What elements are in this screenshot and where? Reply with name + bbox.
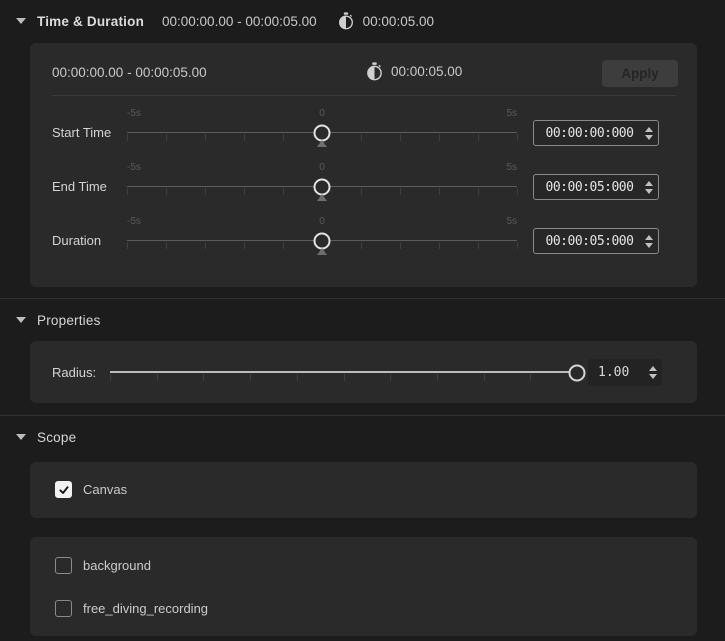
background-checkbox-row[interactable]: background (55, 557, 151, 574)
background-checkbox-label[interactable]: background (83, 558, 151, 573)
collapse-arrow-icon[interactable] (16, 18, 26, 24)
slider-handle[interactable] (569, 365, 586, 382)
collapse-arrow-icon[interactable] (16, 434, 26, 440)
step-up-icon[interactable] (649, 366, 657, 371)
stopwatch-icon (337, 12, 355, 30)
scope-clips-panel: background free_diving_recording (30, 537, 697, 636)
panel-separator (52, 95, 676, 96)
start-time-input[interactable]: 00:00:00:000 (533, 120, 659, 146)
slider-zero-marker-icon (317, 248, 327, 255)
free-diving-recording-checkbox-label[interactable]: free_diving_recording (83, 601, 208, 616)
stopwatch-icon (365, 62, 384, 81)
slider-track[interactable] (110, 371, 577, 373)
canvas-checkbox-row[interactable]: Canvas (55, 481, 127, 498)
section-title: Time & Duration (37, 14, 144, 29)
stepper-arrows[interactable] (645, 181, 653, 194)
end-time-input[interactable]: 00:00:05:000 (533, 174, 659, 200)
step-up-icon[interactable] (645, 127, 653, 132)
step-down-icon[interactable] (645, 135, 653, 140)
stepper-arrows[interactable] (649, 366, 657, 379)
start-time-row: Start Time -5s 0 5s 00:00:00:000 (30, 105, 697, 159)
scope-canvas-panel: Canvas (30, 462, 697, 518)
radius-input[interactable]: 1.00 (588, 359, 662, 386)
apply-button[interactable]: Apply (602, 60, 678, 87)
start-time-slider[interactable]: -5s 0 5s (127, 105, 517, 159)
effect-settings-panel: { "header": { "title": "Time & Duration"… (0, 0, 725, 641)
slider-zero-marker-icon (317, 140, 327, 147)
header-duration-group: 00:00:05.00 (337, 12, 434, 30)
step-up-icon[interactable] (645, 181, 653, 186)
slider-min-label: -5s (127, 216, 141, 227)
panel-duration-group: 00:00:05.00 (365, 62, 462, 81)
radius-slider[interactable] (110, 345, 577, 399)
canvas-checkbox-label[interactable]: Canvas (83, 482, 127, 497)
step-down-icon[interactable] (645, 189, 653, 194)
panel-duration-value: 00:00:05.00 (391, 64, 462, 79)
header-time-range: 00:00:00.00 - 00:00:05.00 (162, 14, 317, 29)
section-title: Scope (37, 430, 76, 445)
section-divider (0, 415, 725, 416)
slider-zero-marker-icon (317, 194, 327, 201)
scope-section-header[interactable]: Scope (0, 426, 725, 448)
start-time-label: Start Time (52, 125, 111, 140)
collapse-arrow-icon[interactable] (16, 317, 26, 323)
duration-row: Duration -5s 0 5s 00:00:05:000 (30, 213, 697, 267)
slider-mid-label: 0 (319, 108, 325, 119)
slider-max-label: 5s (506, 108, 517, 119)
duration-input[interactable]: 00:00:05:000 (533, 228, 659, 254)
end-time-row: End Time -5s 0 5s 00:00:05:000 (30, 159, 697, 213)
slider-ticks (110, 374, 577, 382)
section-divider (0, 298, 725, 299)
radius-label: Radius: (52, 365, 96, 380)
step-up-icon[interactable] (645, 235, 653, 240)
duration-label: Duration (52, 233, 101, 248)
section-title: Properties (37, 313, 101, 328)
canvas-checkbox[interactable] (55, 481, 72, 498)
panel-time-range: 00:00:00.00 - 00:00:05.00 (52, 65, 207, 80)
time-duration-section-header[interactable]: Time & Duration 00:00:00.00 - 00:00:05.0… (0, 10, 725, 32)
duration-slider[interactable]: -5s 0 5s (127, 213, 517, 267)
end-time-value[interactable]: 00:00:05:000 (534, 180, 645, 195)
properties-panel: Radius: 1.00 (30, 341, 697, 403)
slider-max-label: 5s (506, 216, 517, 227)
slider-mid-label: 0 (319, 216, 325, 227)
duration-value[interactable]: 00:00:05:000 (534, 234, 645, 249)
slider-handle[interactable] (314, 233, 331, 250)
slider-handle[interactable] (314, 125, 331, 142)
free-diving-recording-checkbox-row[interactable]: free_diving_recording (55, 600, 208, 617)
slider-mid-label: 0 (319, 162, 325, 173)
step-down-icon[interactable] (645, 243, 653, 248)
slider-handle[interactable] (314, 179, 331, 196)
checkmark-icon (58, 484, 70, 496)
start-time-value[interactable]: 00:00:00:000 (534, 126, 645, 141)
stepper-arrows[interactable] (645, 127, 653, 140)
header-duration-value: 00:00:05.00 (363, 14, 434, 29)
step-down-icon[interactable] (649, 374, 657, 379)
time-duration-panel: 00:00:00.00 - 00:00:05.00 00:00:05.00 Ap… (30, 43, 697, 287)
slider-max-label: 5s (506, 162, 517, 173)
slider-min-label: -5s (127, 162, 141, 173)
stepper-arrows[interactable] (645, 235, 653, 248)
end-time-label: End Time (52, 179, 107, 194)
background-checkbox[interactable] (55, 557, 72, 574)
properties-section-header[interactable]: Properties (0, 309, 725, 331)
end-time-slider[interactable]: -5s 0 5s (127, 159, 517, 213)
free-diving-recording-checkbox[interactable] (55, 600, 72, 617)
slider-min-label: -5s (127, 108, 141, 119)
radius-value[interactable]: 1.00 (588, 365, 649, 380)
